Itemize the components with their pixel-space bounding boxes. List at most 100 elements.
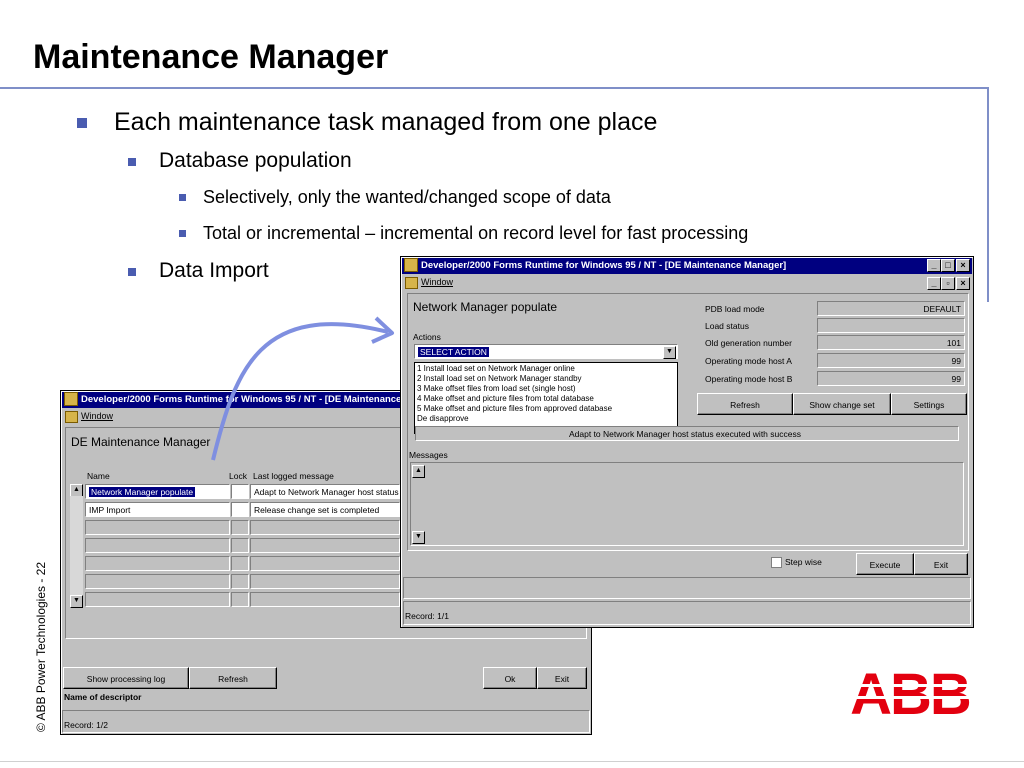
table-row-lock[interactable] <box>231 502 249 517</box>
child-close-icon[interactable]: × <box>956 277 970 290</box>
front-record-status: Record: 1/1 <box>405 611 449 621</box>
bullet-square-icon <box>128 268 136 276</box>
column-header-message: Last logged message <box>253 471 334 481</box>
log-message-field: Adapt to Network Manager host status exe… <box>415 426 959 441</box>
header-divider <box>0 87 989 89</box>
old-generation-label: Old generation number <box>705 338 792 348</box>
table-row-empty[interactable] <box>231 556 249 571</box>
ok-button[interactable]: Ok <box>483 667 537 689</box>
dropdown-option[interactable]: 3 Make offset files from load set (singl… <box>417 384 675 394</box>
action-dropdown-list[interactable]: 1 Install load set on Network Manager on… <box>414 362 678 434</box>
table-row-empty[interactable] <box>85 556 230 571</box>
copyright-credit: © ABB Power Technologies - 22 <box>34 561 49 733</box>
bullet-level2-import: Data Import <box>128 259 269 283</box>
close-icon[interactable]: × <box>956 259 970 272</box>
table-row-empty <box>250 520 400 535</box>
front-heading: Network Manager populate <box>413 300 558 314</box>
messages-label: Messages <box>409 450 448 460</box>
header-divider-vertical <box>987 87 989 302</box>
bullet-square-icon <box>179 194 186 201</box>
load-status-value <box>817 318 965 333</box>
table-row-empty <box>250 574 400 589</box>
table-row-empty[interactable] <box>85 592 230 607</box>
table-row-message: Release change set is completed <box>250 502 400 517</box>
table-row-empty[interactable] <box>231 574 249 589</box>
dropdown-option[interactable]: 2 Install load set on Network Manager st… <box>417 374 675 384</box>
child-restore-icon[interactable]: ▫ <box>941 277 955 290</box>
maximize-icon[interactable]: □ <box>941 259 955 272</box>
bullet-level3-selectively: Selectively, only the wanted/changed sco… <box>179 187 611 208</box>
bullet-level2-database: Database population <box>128 149 352 173</box>
old-generation-value: 101 <box>817 335 965 350</box>
window-menu-icon <box>405 276 418 289</box>
messages-area[interactable] <box>410 462 964 546</box>
settings-button[interactable]: Settings <box>891 393 967 415</box>
table-row-empty[interactable] <box>85 520 230 535</box>
table-row-message: Adapt to Network Manager host status <box>250 484 400 499</box>
menu-window[interactable]: Window <box>81 411 113 421</box>
host-b-label: Operating mode host B <box>705 374 793 384</box>
window-menu-icon <box>65 410 78 423</box>
table-row-empty[interactable] <box>231 592 249 607</box>
menu-window[interactable]: Window <box>421 277 453 287</box>
actions-label: Actions <box>413 332 441 342</box>
show-change-set-button[interactable]: Show change set <box>793 393 891 415</box>
status-bar <box>403 601 971 625</box>
table-row-empty[interactable] <box>231 520 249 535</box>
front-window-titlebar[interactable]: Developer/2000 Forms Runtime for Windows… <box>402 258 972 274</box>
arrow-head-icon <box>371 316 394 344</box>
step-wise-checkbox[interactable]: Step wise <box>771 557 822 569</box>
chevron-down-icon[interactable]: ▼ <box>663 346 676 359</box>
row-scrollbar-track[interactable] <box>70 496 83 595</box>
column-header-name: Name <box>87 471 110 481</box>
scroll-up-icon[interactable]: ▲ <box>412 465 425 478</box>
table-row-empty[interactable] <box>85 538 230 553</box>
action-select[interactable]: SELECT ACTION <box>414 344 678 359</box>
column-header-lock: Lock <box>229 471 247 481</box>
table-row-empty <box>250 556 400 571</box>
dropdown-option[interactable]: De disapprove <box>417 414 675 424</box>
dropdown-option[interactable]: 1 Install load set on Network Manager on… <box>417 364 675 374</box>
scroll-down-icon[interactable]: ▼ <box>412 531 425 544</box>
bullet-level3-incremental: Total or incremental – incremental on re… <box>179 223 748 244</box>
abb-logo: ABB <box>848 664 972 720</box>
load-status-label: Load status <box>705 321 749 331</box>
refresh-button[interactable]: Refresh <box>697 393 793 415</box>
app-icon <box>404 258 418 273</box>
bullet-square-icon <box>77 118 87 128</box>
slide-title: Maintenance Manager <box>33 38 389 76</box>
table-row-empty[interactable] <box>231 538 249 553</box>
abb-logo-text: ABB <box>850 664 970 720</box>
app-icon <box>64 392 78 407</box>
table-row-name[interactable]: Network Manager populate <box>85 484 230 499</box>
back-heading: DE Maintenance Manager <box>71 435 211 449</box>
pdb-load-mode-value: DEFAULT <box>817 301 965 316</box>
dropdown-option[interactable]: 5 Make offset and picture files from app… <box>417 404 675 414</box>
scroll-down-icon[interactable]: ▼ <box>70 595 83 608</box>
bullet-square-icon <box>128 158 136 166</box>
table-row-name[interactable]: IMP Import <box>85 502 230 517</box>
show-processing-log-button[interactable]: Show processing log <box>63 667 189 689</box>
refresh-button[interactable]: Refresh <box>189 667 277 689</box>
host-a-value: 99 <box>817 353 965 368</box>
table-row-empty <box>250 538 400 553</box>
footer-divider <box>0 761 1024 762</box>
exit-button[interactable]: Exit <box>537 667 587 689</box>
pdb-load-mode-label: PDB load mode <box>705 304 765 314</box>
execute-button[interactable]: Execute <box>856 553 914 575</box>
checkbox-icon <box>771 557 782 569</box>
front-window-menubar: Window <box>402 275 972 289</box>
child-minimize-icon[interactable]: _ <box>927 277 941 290</box>
bullet-level1: Each maintenance task managed from one p… <box>77 108 657 137</box>
table-row-empty[interactable] <box>85 574 230 589</box>
status-bar <box>62 710 590 733</box>
minimize-icon[interactable]: _ <box>927 259 941 272</box>
table-row-lock[interactable] <box>231 484 249 499</box>
descriptor-label: Name of descriptor <box>64 692 142 702</box>
front-window: Developer/2000 Forms Runtime for Windows… <box>400 256 974 628</box>
dropdown-option[interactable]: 4 Make offset and picture files from tot… <box>417 394 675 404</box>
hint-bar <box>403 577 971 599</box>
bullet-square-icon <box>179 230 186 237</box>
exit-button[interactable]: Exit <box>914 553 968 575</box>
table-row-empty <box>250 592 400 607</box>
